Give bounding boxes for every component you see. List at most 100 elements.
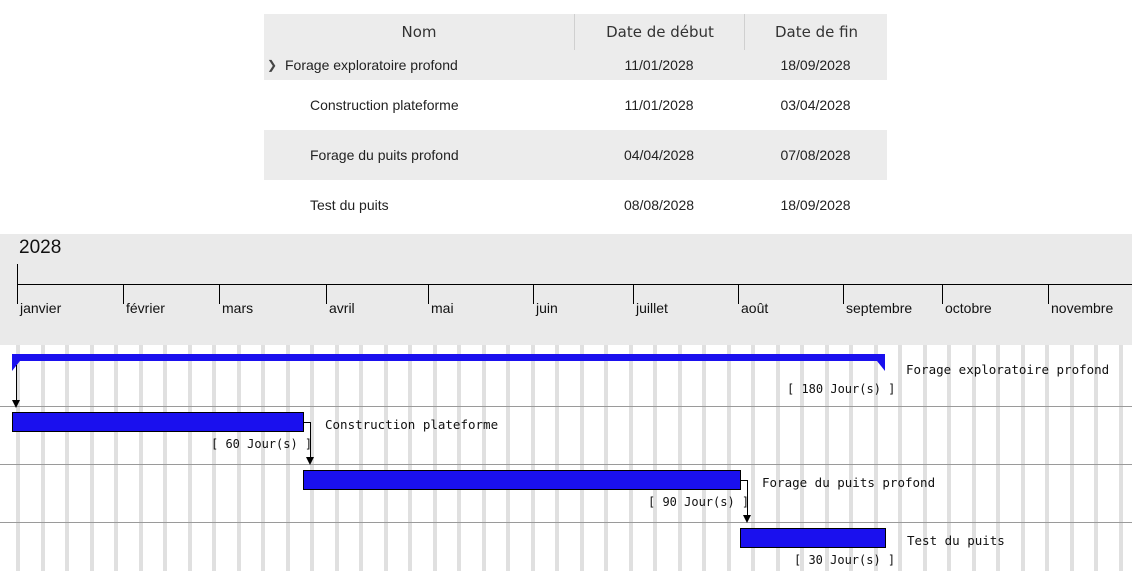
month-label: juin bbox=[536, 300, 558, 316]
task-name: Forage du puits profond bbox=[310, 147, 459, 163]
duration-label: [ 30 Jour(s) ] bbox=[794, 553, 896, 567]
arrow-down-icon bbox=[743, 515, 751, 523]
month-tick bbox=[17, 284, 18, 304]
grid-line bbox=[653, 345, 657, 571]
grid-line bbox=[531, 345, 535, 571]
month-tick bbox=[738, 284, 739, 304]
table-row[interactable]: Test du puits 08/08/2028 18/09/2028 bbox=[264, 180, 887, 230]
bar-label: Test du puits bbox=[907, 533, 1005, 548]
task-start: 11/01/2028 bbox=[624, 97, 694, 113]
grid-line bbox=[727, 345, 731, 571]
dependency-line bbox=[310, 422, 311, 458]
grid-line bbox=[1070, 345, 1074, 571]
grid-line bbox=[139, 345, 143, 571]
task-bar-construction[interactable] bbox=[12, 412, 304, 432]
grid-line bbox=[629, 345, 633, 571]
year-label: 2028 bbox=[19, 237, 62, 258]
grid-line bbox=[1094, 345, 1098, 571]
grid-line bbox=[702, 345, 706, 571]
month-tick bbox=[219, 284, 220, 304]
grid-line bbox=[506, 345, 510, 571]
grid-line bbox=[1119, 345, 1123, 571]
dependency-line bbox=[16, 365, 17, 402]
duration-label: [ 60 Jour(s) ] bbox=[211, 437, 313, 451]
grid-line bbox=[580, 345, 584, 571]
task-start: 04/04/2028 bbox=[623, 147, 695, 163]
bar-label: Forage du puits profond bbox=[762, 475, 936, 490]
arrow-down-icon bbox=[12, 400, 20, 408]
bar-label: Forage exploratoire profond bbox=[906, 362, 1110, 377]
grid-line bbox=[114, 345, 118, 571]
month-label: avril bbox=[329, 300, 355, 316]
grid-line bbox=[457, 345, 461, 571]
month-label: septembre bbox=[846, 300, 913, 316]
task-start: 08/08/2028 bbox=[623, 197, 695, 213]
row-separator bbox=[0, 522, 1132, 523]
grid-line bbox=[286, 345, 290, 571]
month-label: octobre bbox=[945, 300, 992, 316]
grid-line bbox=[604, 345, 608, 571]
table-header: Nom Date de début Date de fin bbox=[264, 14, 887, 50]
table-row[interactable]: Forage du puits profond 04/04/2028 07/08… bbox=[264, 130, 887, 180]
summary-bar[interactable] bbox=[12, 354, 885, 361]
column-header-name[interactable]: Nom bbox=[264, 14, 574, 50]
grid-line bbox=[359, 345, 363, 571]
task-name: Construction plateforme bbox=[310, 97, 459, 113]
gantt-chart: Forage exploratoire profond [ 180 Jour(s… bbox=[0, 345, 1132, 571]
grid-line bbox=[482, 345, 486, 571]
grid-line bbox=[335, 345, 339, 571]
task-bar-forage-puits[interactable] bbox=[303, 470, 741, 490]
task-table: Nom Date de début Date de fin ❯ Forage e… bbox=[264, 14, 887, 230]
grid-line bbox=[90, 345, 94, 571]
year-tick bbox=[17, 264, 18, 284]
summary-bar-right-cap bbox=[877, 361, 885, 371]
task-start: 11/01/2028 bbox=[624, 57, 694, 73]
grid-line bbox=[678, 345, 682, 571]
task-end: 03/04/2028 bbox=[780, 97, 851, 113]
grid-line bbox=[1045, 345, 1049, 571]
grid-line bbox=[433, 345, 437, 571]
grid-line bbox=[898, 345, 902, 571]
month-label: janvier bbox=[20, 300, 62, 316]
row-separator bbox=[0, 406, 1132, 407]
grid-line bbox=[237, 345, 241, 571]
grid-line bbox=[163, 345, 167, 571]
grid-line bbox=[555, 345, 559, 571]
timeline-header: 2028 janvier février mars avril mai juin… bbox=[0, 234, 1132, 345]
bar-label: Construction plateforme bbox=[325, 417, 499, 432]
month-tick bbox=[326, 284, 327, 304]
column-header-start[interactable]: Date de début bbox=[574, 14, 745, 50]
task-end: 18/09/2028 bbox=[780, 197, 851, 213]
month-label: février bbox=[126, 300, 165, 316]
task-end: 18/09/2028 bbox=[780, 57, 851, 73]
table-row[interactable]: ❯ Forage exploratoire profond 11/01/2028… bbox=[264, 50, 887, 80]
month-tick bbox=[123, 284, 124, 304]
duration-label: [ 90 Jour(s) ] bbox=[648, 495, 750, 509]
grid-line bbox=[261, 345, 265, 571]
grid-line bbox=[408, 345, 412, 571]
grid-line bbox=[212, 345, 216, 571]
month-tick bbox=[942, 284, 943, 304]
month-label: novembre bbox=[1051, 300, 1114, 316]
month-tick bbox=[533, 284, 534, 304]
task-name: Forage exploratoire profond bbox=[285, 57, 458, 73]
task-bar-test-puits[interactable] bbox=[740, 528, 886, 548]
month-label: mai bbox=[431, 300, 454, 316]
table-row[interactable]: Construction plateforme 11/01/2028 03/04… bbox=[264, 80, 887, 130]
month-label: août bbox=[741, 300, 769, 316]
month-tick bbox=[1048, 284, 1049, 304]
arrow-down-icon bbox=[306, 457, 314, 465]
grid-line bbox=[41, 345, 45, 571]
month-tick bbox=[843, 284, 844, 304]
row-separator bbox=[0, 464, 1132, 465]
chevron-down-icon[interactable]: ❯ bbox=[267, 58, 279, 72]
grid-line bbox=[188, 345, 192, 571]
month-label: juillet bbox=[636, 300, 668, 316]
month-tick bbox=[633, 284, 634, 304]
task-end: 07/08/2028 bbox=[780, 147, 851, 163]
task-name: Test du puits bbox=[310, 197, 389, 213]
month-axis bbox=[17, 284, 1132, 285]
grid-line bbox=[65, 345, 69, 571]
column-header-end[interactable]: Date de fin bbox=[744, 14, 888, 50]
grid-line bbox=[1021, 345, 1025, 571]
